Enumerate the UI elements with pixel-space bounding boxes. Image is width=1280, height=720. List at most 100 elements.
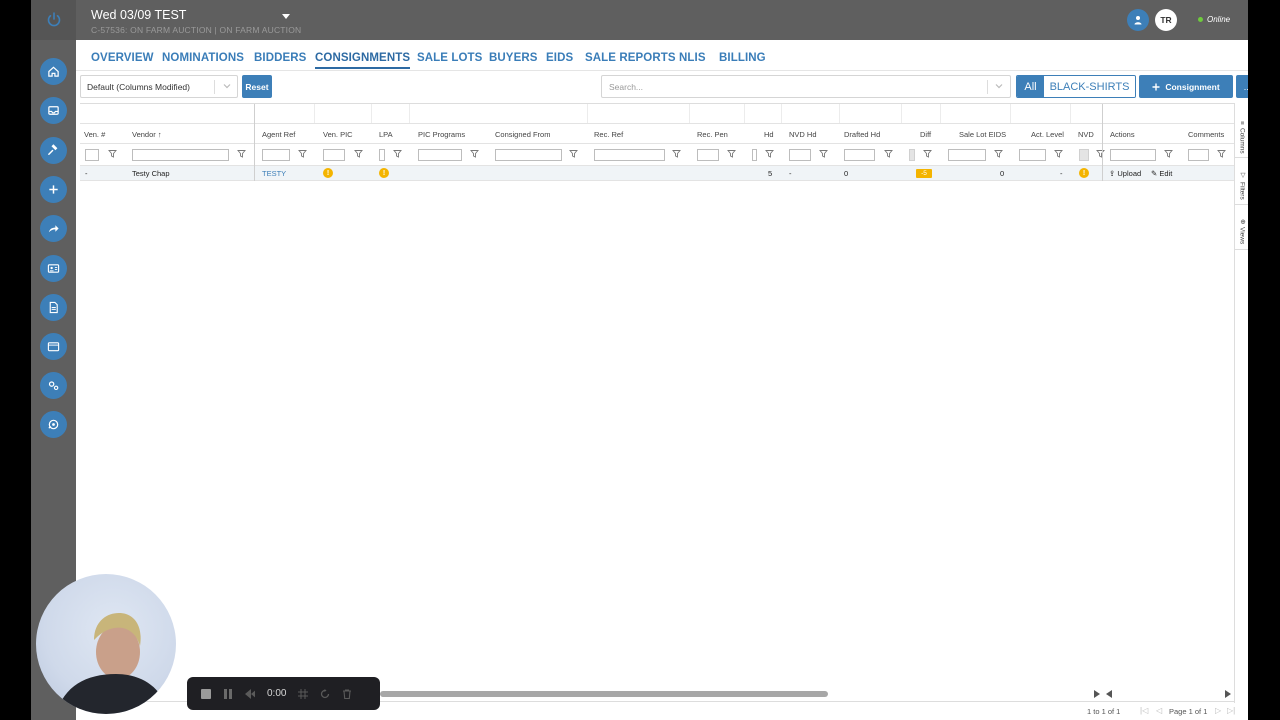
delete-button[interactable]: [342, 688, 352, 699]
filter-icon[interactable]: [298, 149, 307, 158]
sidebar-auction-button[interactable]: [40, 137, 67, 164]
avatar[interactable]: TR: [1155, 9, 1177, 31]
tab-sale-reports[interactable]: SALE REPORTS: [585, 52, 676, 64]
rewind-button[interactable]: [245, 688, 255, 699]
caret-down-icon[interactable]: [282, 14, 290, 19]
filter-icon[interactable]: [923, 149, 932, 158]
filter-input-vendor[interactable]: [132, 149, 229, 161]
sidebar-home-button[interactable]: [40, 58, 67, 85]
sidebar-add-button[interactable]: [40, 176, 67, 203]
sidebar-wallet-button[interactable]: [40, 333, 67, 360]
column-header-sale-lot-eids[interactable]: Sale Lot EIDS: [959, 130, 1006, 139]
next-page-icon[interactable]: ▷: [1215, 706, 1221, 715]
column-header-hd[interactable]: Hd: [764, 130, 774, 139]
filter-icon[interactable]: [354, 149, 363, 158]
filter-input-ven-pic[interactable]: [323, 149, 345, 161]
more-options-button[interactable]: ...: [1236, 75, 1248, 98]
filter-icon[interactable]: [393, 149, 402, 158]
tab-buyers[interactable]: BUYERS: [489, 52, 538, 64]
column-header-rec-ref[interactable]: Rec. Ref: [594, 130, 623, 139]
add-consignment-button[interactable]: Consignment: [1139, 75, 1233, 98]
filter-icon[interactable]: [765, 149, 774, 158]
filter-input-sale-lot-eids[interactable]: [948, 149, 986, 161]
sidebar-settings-button[interactable]: [40, 372, 67, 399]
column-header-nvd[interactable]: NVD: [1078, 130, 1094, 139]
filter-icon[interactable]: [1217, 149, 1226, 158]
filter-input-hd[interactable]: [752, 149, 757, 161]
filter-icon[interactable]: [1054, 149, 1063, 158]
edit-button[interactable]: ✎ Edit: [1151, 169, 1172, 178]
sidebar-share-button[interactable]: [40, 215, 67, 242]
pause-button[interactable]: [223, 688, 233, 699]
filter-input-ven-no[interactable]: [85, 149, 99, 161]
filter-icon[interactable]: [1164, 149, 1173, 158]
filter-input-act-level[interactable]: [1019, 149, 1046, 161]
prev-page-icon[interactable]: ◁: [1156, 706, 1162, 715]
filter-input-actions[interactable]: [1110, 149, 1156, 161]
column-header-actions[interactable]: Actions: [1110, 130, 1135, 139]
upload-button[interactable]: ⇪ Upload: [1109, 169, 1141, 178]
column-header-drafted-hd[interactable]: Drafted Hd: [844, 130, 880, 139]
tab-nominations[interactable]: NOMINATIONS: [162, 52, 244, 64]
tab-billing[interactable]: BILLING: [719, 52, 766, 64]
filter-icon[interactable]: [994, 149, 1003, 158]
column-header-ven-no[interactable]: Ven. #: [84, 130, 105, 139]
filter-input-lpa[interactable]: [379, 149, 385, 161]
column-header-act-level[interactable]: Act. Level: [1031, 130, 1064, 139]
tab-nlis[interactable]: NLIS: [679, 52, 706, 64]
filters-panel-tab[interactable]: ▽ Filters: [1235, 167, 1248, 205]
reset-button[interactable]: Reset: [242, 75, 272, 98]
stop-button[interactable]: [201, 688, 211, 699]
filter-input-diff[interactable]: [909, 149, 915, 161]
search-input[interactable]: Search...: [601, 75, 1011, 98]
power-button[interactable]: [31, 0, 76, 40]
cell-agent-ref-link[interactable]: TESTY: [262, 169, 286, 178]
column-header-diff[interactable]: Diff: [920, 130, 931, 139]
user-button[interactable]: [1127, 9, 1149, 31]
filter-icon[interactable]: [470, 149, 479, 158]
grid-button[interactable]: [298, 688, 309, 699]
warning-icon[interactable]: !: [1079, 168, 1089, 178]
filter-input-rec-ref[interactable]: [594, 149, 665, 161]
sale-title[interactable]: Wed 03/09 TEST: [91, 8, 186, 22]
tab-consignments[interactable]: CONSIGNMENTS: [315, 52, 411, 69]
filter-input-drafted-hd[interactable]: [844, 149, 875, 161]
column-header-consigned-from[interactable]: Consigned From: [495, 130, 550, 139]
sidebar-support-button[interactable]: [40, 411, 67, 438]
columns-panel-tab[interactable]: ≡ Columns: [1235, 117, 1248, 159]
scrollbar-thumb[interactable]: [380, 691, 828, 697]
filter-input-pic-programs[interactable]: [418, 149, 462, 161]
filter-input-nvd-hd[interactable]: [789, 149, 811, 161]
tab-overview[interactable]: OVERVIEW: [91, 52, 154, 64]
tab-bidders[interactable]: BIDDERS: [254, 52, 306, 64]
column-header-agent-ref[interactable]: Agent Ref: [262, 130, 295, 139]
tab-eids[interactable]: EIDS: [546, 52, 573, 64]
toggle-all[interactable]: All: [1017, 76, 1044, 97]
view-select[interactable]: Default (Columns Modified): [80, 75, 238, 98]
filter-input-consigned-from[interactable]: [495, 149, 562, 161]
views-panel-tab[interactable]: ⊕ Views: [1235, 215, 1248, 250]
scroll-right-icon[interactable]: [1094, 690, 1100, 698]
sidebar-contacts-button[interactable]: [40, 255, 67, 282]
filter-input-agent-ref[interactable]: [262, 149, 290, 161]
scroll-left-icon[interactable]: [1106, 690, 1112, 698]
column-header-comments[interactable]: Comments: [1188, 130, 1224, 139]
restart-button[interactable]: [320, 688, 330, 699]
filter-icon[interactable]: [1096, 149, 1105, 158]
column-header-lpa[interactable]: LPA: [379, 130, 393, 139]
filter-icon[interactable]: [884, 149, 893, 158]
filter-icon[interactable]: [727, 149, 736, 158]
filter-icon[interactable]: [569, 149, 578, 158]
sidebar-documents-button[interactable]: [40, 294, 67, 321]
column-header-vendor[interactable]: Vendor ↑: [132, 130, 162, 139]
tab-sale-lots[interactable]: SALE LOTS: [417, 52, 482, 64]
filter-icon[interactable]: [237, 149, 246, 158]
column-header-nvd-hd[interactable]: NVD Hd: [789, 130, 817, 139]
scroll-right-icon[interactable]: [1225, 690, 1231, 698]
sidebar-inbox-button[interactable]: [40, 97, 67, 124]
filter-icon[interactable]: [819, 149, 828, 158]
column-header-pic-programs[interactable]: PIC Programs: [418, 130, 465, 139]
filter-icon[interactable]: [672, 149, 681, 158]
warning-icon[interactable]: !: [323, 168, 333, 178]
column-header-ven-pic[interactable]: Ven. PIC: [323, 130, 353, 139]
